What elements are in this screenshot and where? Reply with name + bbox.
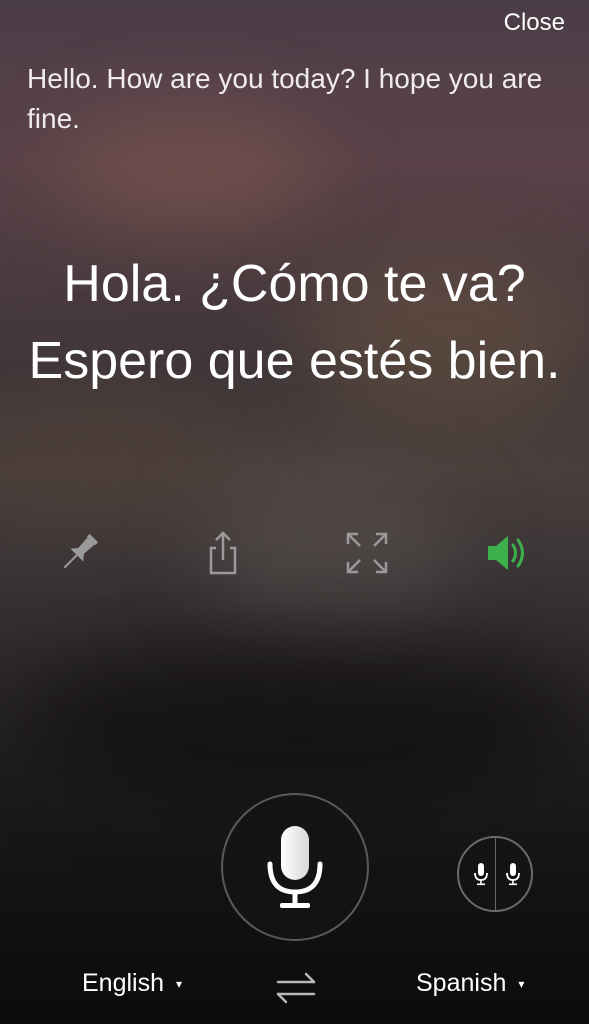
swap-languages-button[interactable] — [270, 968, 322, 1008]
pin-button[interactable] — [54, 528, 104, 578]
target-language-label: Spanish — [416, 969, 507, 997]
share-icon — [209, 531, 237, 575]
source-language-label: English — [82, 969, 164, 997]
pin-icon — [63, 534, 98, 569]
divider — [495, 838, 496, 910]
target-language-selector[interactable]: Spanish ▾ — [416, 969, 524, 998]
background-blur — [0, 380, 240, 520]
dropdown-caret-icon: ▾ — [518, 976, 525, 991]
dropdown-caret-icon: ▾ — [176, 976, 183, 991]
close-button[interactable]: Close — [504, 9, 565, 37]
background-blur — [20, 640, 580, 800]
share-button[interactable] — [198, 528, 248, 578]
microphone-icon — [267, 826, 323, 908]
expand-button[interactable] — [342, 528, 392, 578]
microphone-icon — [506, 863, 520, 886]
translation-text: Hola. ¿Cómo te va? Espero que estés bien… — [28, 255, 561, 390]
speaker-icon — [488, 536, 524, 570]
translator-screen: Close Hello. How are you today? I hope y… — [0, 0, 589, 1024]
speaker-button[interactable] — [484, 528, 534, 578]
conversation-mode-button[interactable] — [457, 836, 533, 912]
source-language-selector[interactable]: English ▾ — [82, 969, 182, 998]
source-text: Hello. How are you today? I hope you are… — [27, 63, 543, 134]
microphone-icon — [474, 863, 488, 886]
swap-icon — [276, 972, 316, 1004]
expand-icon — [346, 532, 388, 574]
microphone-button[interactable] — [221, 793, 369, 941]
